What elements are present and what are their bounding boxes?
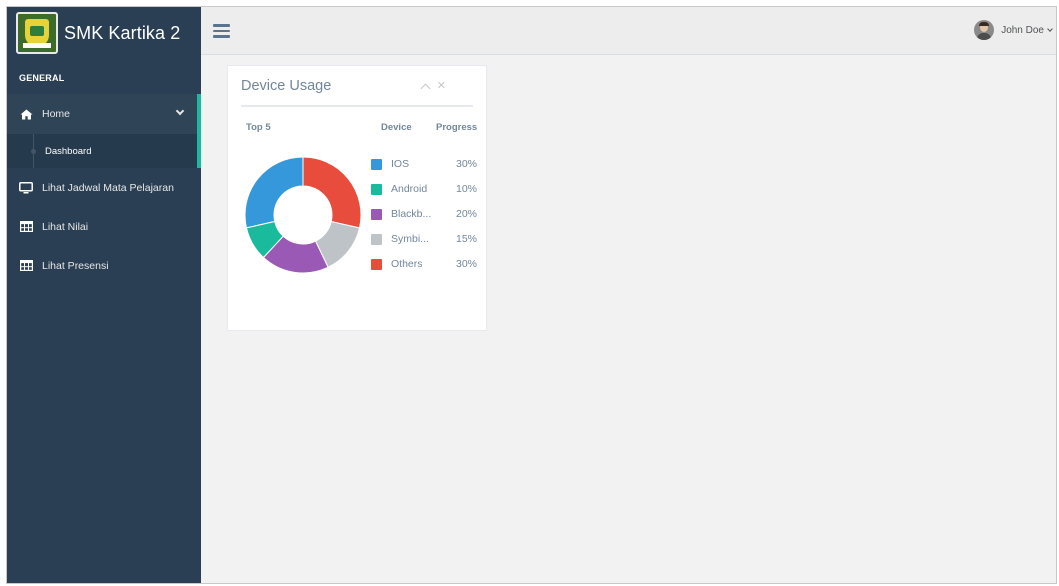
- legend-row-blackberry: Blackb... 20%: [371, 206, 481, 222]
- menu-section-title: GENERAL: [19, 73, 65, 83]
- app-window: SMK Kartika 2 GENERAL Home Dashboard Lih…: [6, 6, 1057, 584]
- legend-label: Android: [391, 183, 428, 195]
- sidebar-item-label: Dashboard: [45, 145, 92, 157]
- slice-others: [302, 156, 362, 229]
- sidebar-item-label: Home: [42, 108, 71, 120]
- chevron-down-icon: [175, 106, 185, 116]
- legend-row-android: Android 10%: [371, 181, 481, 197]
- legend-label: IOS: [391, 158, 410, 170]
- brand-name: SMK Kartika 2: [64, 22, 181, 43]
- legend-percent: 30%: [455, 158, 477, 170]
- legend-swatch: [371, 158, 382, 170]
- slice-ios: [244, 156, 304, 229]
- legend-label: Others: [391, 258, 423, 270]
- home-icon: [19, 108, 33, 120]
- legend-swatch: [371, 183, 382, 195]
- user-name: John Doe: [1001, 24, 1044, 36]
- sidebar-item-jadwal[interactable]: Lihat Jadwal Mata Pelajaran: [7, 168, 201, 207]
- table-icon: [19, 260, 33, 272]
- collapse-icon[interactable]: [420, 83, 431, 94]
- legend-swatch: [371, 233, 382, 245]
- sidebar-item-presensi[interactable]: Lihat Presensi: [7, 246, 201, 285]
- monitor-icon: [19, 181, 33, 194]
- legend-swatch: [371, 258, 382, 270]
- sidebar-item-label: Lihat Nilai: [42, 220, 89, 233]
- avatar: [974, 20, 995, 40]
- sidebar-item-label: Lihat Jadwal Mata Pelajaran: [42, 181, 174, 194]
- legend-percent: 30%: [455, 258, 477, 270]
- sidebar-item-home[interactable]: Home: [7, 94, 201, 134]
- panel-divider: [241, 105, 473, 107]
- legend-row-ios: IOS 30%: [371, 156, 481, 172]
- panel-title: Device Usage: [241, 78, 332, 94]
- user-menu[interactable]: John Doe: [974, 20, 1053, 40]
- table-icon: [19, 221, 33, 233]
- sidebar: SMK Kartika 2 GENERAL Home Dashboard Lih…: [7, 7, 201, 583]
- device-usage-panel: Device Usage ✕ Top 5 Device Progress IOS…: [227, 65, 487, 331]
- panel-toolbox: ✕: [420, 80, 446, 94]
- school-logo: [16, 12, 58, 54]
- dot-icon: [31, 149, 36, 154]
- legend-percent: 10%: [455, 183, 477, 195]
- sidebar-item-label: Lihat Presensi: [42, 259, 109, 272]
- chevron-down-icon: [1047, 25, 1053, 32]
- legend-label: Blackb...: [391, 208, 432, 220]
- brand[interactable]: SMK Kartika 2: [7, 7, 201, 59]
- legend-row-symbian: Symbi... 15%: [371, 231, 481, 247]
- legend-percent: 20%: [455, 208, 477, 220]
- sidebar-item-dashboard[interactable]: Dashboard: [7, 134, 201, 168]
- sidebar-item-nilai[interactable]: Lihat Nilai: [7, 207, 201, 246]
- menu-toggle-icon[interactable]: [213, 24, 230, 38]
- column-header-device: Device: [381, 122, 412, 133]
- column-header-top: Top 5: [246, 122, 271, 133]
- column-header-progress: Progress: [436, 122, 478, 133]
- legend-swatch: [371, 208, 382, 220]
- close-icon[interactable]: ✕: [437, 80, 446, 92]
- topbar: John Doe: [201, 7, 1056, 55]
- legend-row-others: Others 30%: [371, 256, 481, 272]
- legend-percent: 15%: [455, 233, 477, 245]
- legend-label: Symbi...: [391, 233, 429, 245]
- device-usage-donut-chart: [244, 156, 362, 274]
